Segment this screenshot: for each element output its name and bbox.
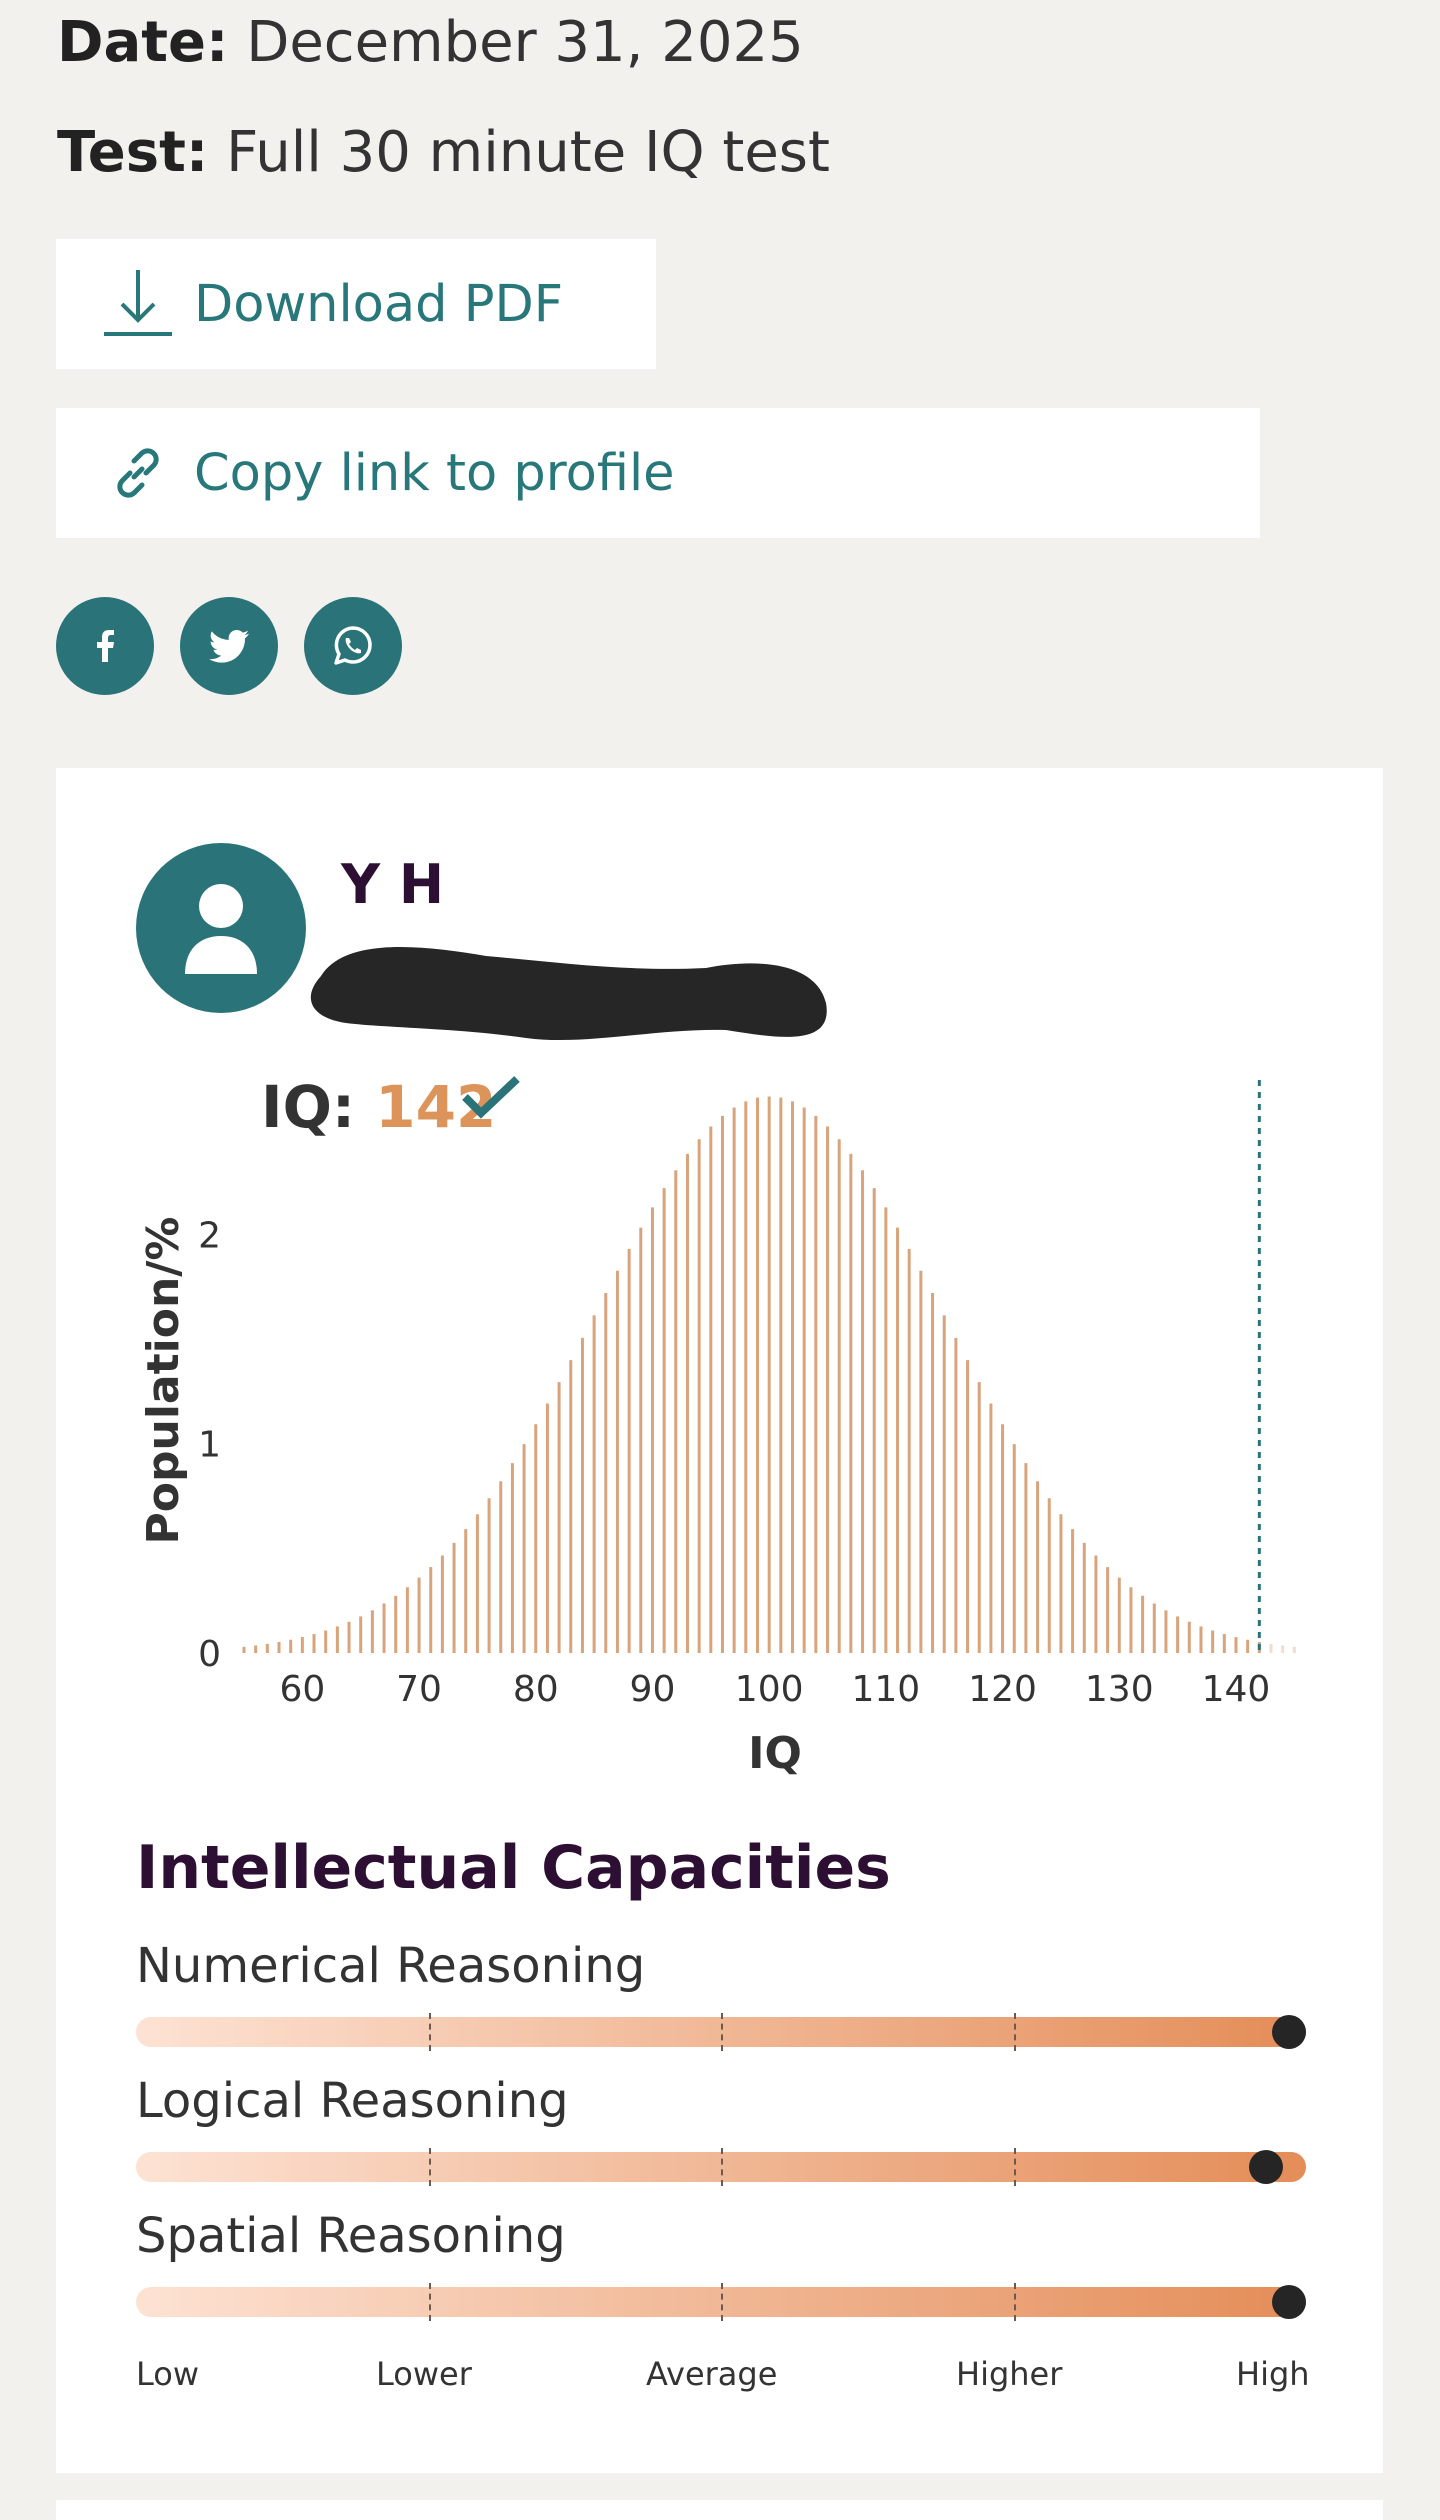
x-tick-label: 60 xyxy=(279,1669,325,1710)
x-tick-label: 140 xyxy=(1202,1669,1271,1710)
copy-link-button[interactable]: Copy link to profile xyxy=(56,408,1260,538)
whatsapp-icon xyxy=(334,626,372,665)
whatsapp-share-button[interactable] xyxy=(304,597,402,695)
download-pdf-label: Download PDF xyxy=(194,274,564,334)
x-tick-label: 110 xyxy=(852,1669,921,1710)
capacity-bar-spatial xyxy=(136,2283,1306,2321)
twitter-share-button[interactable] xyxy=(180,597,278,695)
link-icon xyxy=(100,435,176,511)
test-value: Full 30 minute IQ test xyxy=(226,120,830,185)
x-tick-label: 120 xyxy=(968,1669,1037,1710)
date-line: Date: December 31, 2025 xyxy=(57,10,804,75)
y-tick-label: 1 xyxy=(198,1425,221,1466)
date-label: Date: xyxy=(57,10,229,75)
copy-link-label: Copy link to profile xyxy=(194,443,675,503)
scale-average: Average xyxy=(646,2355,778,2393)
capacity-label-numerical: Numerical Reasoning xyxy=(136,1938,646,1994)
capacity-label-logical: Logical Reasoning xyxy=(136,2073,569,2129)
x-tick-label: 70 xyxy=(396,1669,442,1710)
capacity-label-spatial: Spatial Reasoning xyxy=(136,2208,566,2264)
scale-low: Low xyxy=(136,2355,200,2393)
download-pdf-button[interactable]: Download PDF xyxy=(56,239,656,369)
x-tick-label: 80 xyxy=(513,1669,559,1710)
capacity-bar-numerical xyxy=(136,2013,1306,2051)
date-value: December 31, 2025 xyxy=(246,10,804,75)
result-card: Y H IQ: 142 60 70 80 90 100 110 120 130 140 012 … xyxy=(56,768,1383,2473)
x-tick-label: 100 xyxy=(735,1669,804,1710)
capacity-knob xyxy=(1249,2150,1284,2184)
x-tick-label: 130 xyxy=(1085,1669,1154,1710)
capacity-bar-logical xyxy=(136,2148,1306,2186)
scale-higher: Higher xyxy=(956,2355,1063,2393)
capacity-knob xyxy=(1272,2285,1306,2319)
y-tick-label: 0 xyxy=(198,1634,221,1675)
test-label: Test: xyxy=(57,120,209,185)
x-axis-label: IQ xyxy=(748,1728,802,1779)
next-card xyxy=(56,2500,1383,2520)
y-tick-label: 2 xyxy=(198,1215,221,1256)
twitter-icon xyxy=(209,629,249,663)
iq-distribution-chart: 60 70 80 90 100 110 120 130 140 0 1 2 IQ Populatio… xyxy=(138,1080,1296,1779)
facebook-icon xyxy=(97,630,114,662)
scale-high: High xyxy=(1236,2355,1310,2393)
capacities-title: Intellectual Capacities xyxy=(136,1833,891,1903)
facebook-share-button[interactable] xyxy=(56,597,154,695)
scale-lower: Lower xyxy=(376,2355,472,2393)
y-axis-label: Population/% xyxy=(138,1217,189,1545)
test-line: Test: Full 30 minute IQ test xyxy=(57,120,830,185)
download-icon xyxy=(100,266,176,342)
capacity-knob xyxy=(1272,2015,1306,2049)
x-tick-label: 90 xyxy=(630,1669,676,1710)
